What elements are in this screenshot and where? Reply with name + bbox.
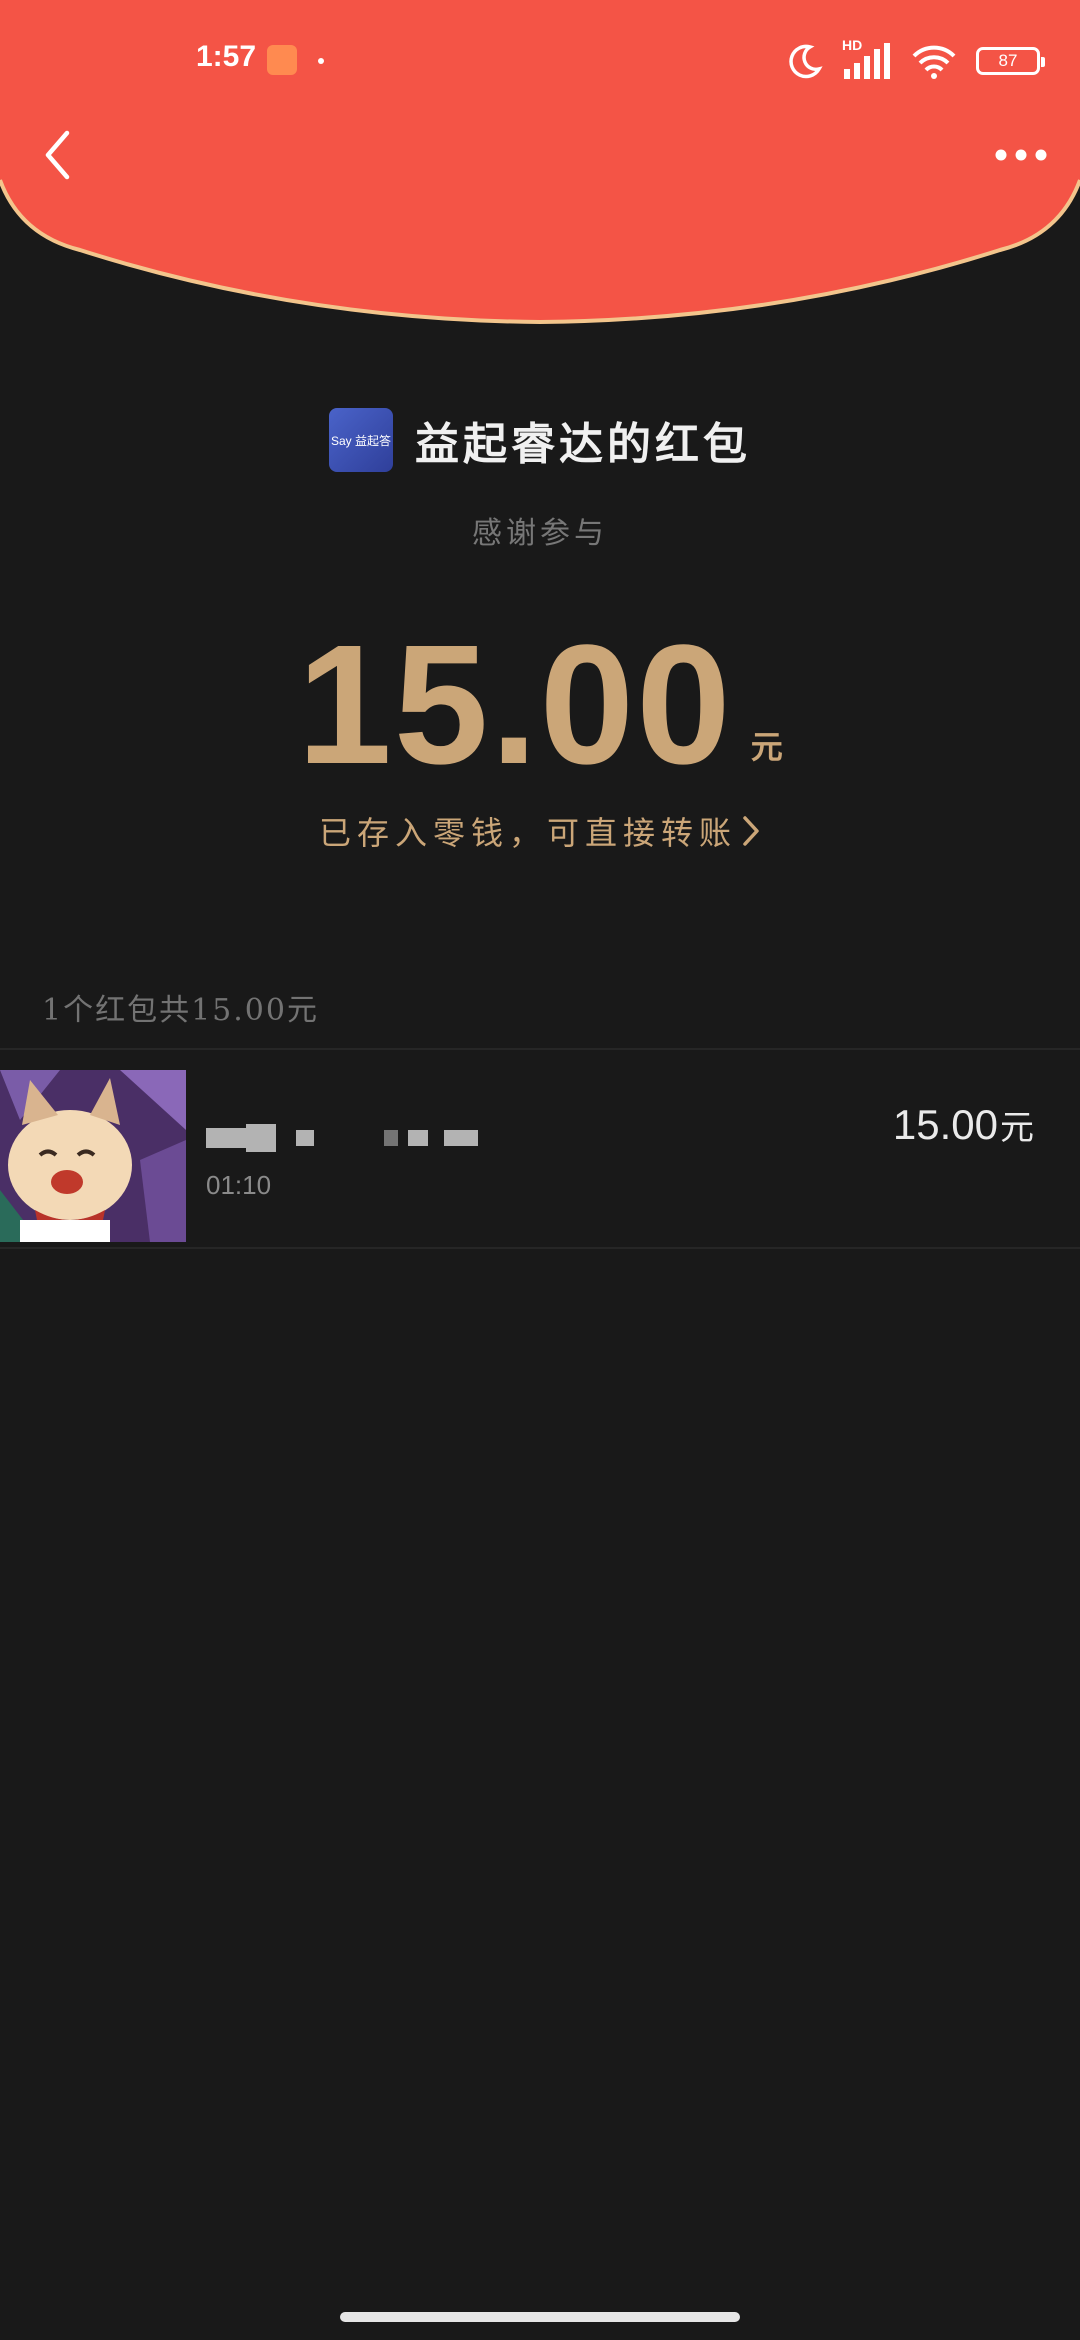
record-time: 01:10 — [206, 1170, 272, 1200]
saved-to-balance-link[interactable]: 已存入零钱，可直接转账 — [0, 808, 1080, 854]
record-amount-unit: 元 — [1000, 1108, 1034, 1148]
battery-icon: 87 — [976, 47, 1045, 75]
back-button[interactable] — [28, 120, 88, 190]
list-item[interactable]: 01:10 15.00元 — [0, 1050, 1080, 1246]
moon-icon — [789, 44, 823, 79]
divider — [0, 1247, 1080, 1249]
status-time: 1:57 — [196, 40, 257, 73]
notification-dot-icon — [318, 58, 324, 64]
avatar — [0, 1070, 186, 1242]
record-amount: 15.00元 — [893, 1100, 1034, 1149]
signal-icon: HD — [842, 37, 892, 81]
chevron-right-icon — [741, 815, 761, 847]
status-icons: HD 87 — [786, 37, 1045, 84]
sender-logo-text: Say 益起答 — [330, 433, 391, 448]
sender-name: 益起睿达的红包 — [415, 419, 751, 470]
sender-info: Say 益起答 益起睿达的红包 — [0, 408, 1080, 472]
amount-unit: 元 — [750, 728, 783, 766]
record-name-redacted — [206, 1120, 478, 1156]
wifi-icon — [912, 45, 956, 79]
notification-app-icon — [267, 45, 297, 75]
sender-logo: Say 益起答 — [329, 408, 393, 472]
home-indicator[interactable] — [340, 2312, 740, 2322]
status-bar: 1:57 HD 87 — [0, 0, 1080, 120]
more-dots-icon — [995, 149, 1047, 161]
greeting-message: 感谢参与 — [472, 516, 608, 551]
record-amount-value: 15.00 — [892, 1101, 998, 1148]
amount-display: 15.00 元 — [0, 620, 1080, 790]
amount-value: 15.00 — [297, 610, 733, 800]
saved-link-text: 已存入零钱，可直接转账 — [318, 814, 737, 852]
nav-bar — [0, 120, 1080, 190]
more-button[interactable] — [986, 120, 1056, 190]
battery-level: 87 — [998, 51, 1018, 70]
chevron-left-icon — [45, 130, 70, 180]
packet-summary: 1个红包共15.00元 — [42, 993, 319, 1028]
